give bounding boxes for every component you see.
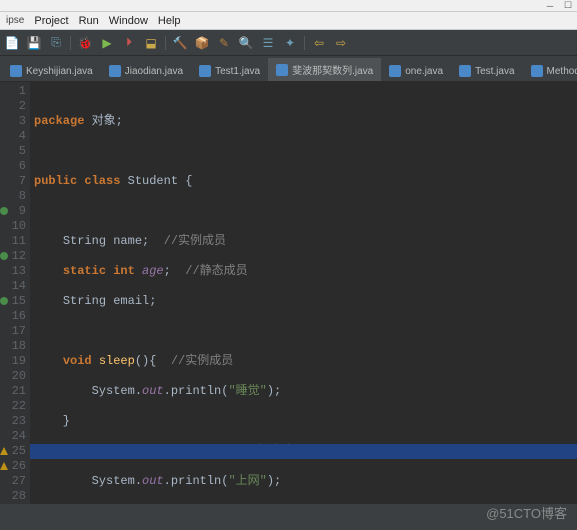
java-file-icon: [531, 65, 543, 77]
window-chrome: ─ ☐: [0, 0, 577, 12]
save-icon[interactable]: 💾: [26, 35, 42, 51]
menu-help[interactable]: Help: [158, 15, 181, 27]
maximize-icon[interactable]: ☐: [563, 2, 573, 10]
gutter[interactable]: 12345678 91011 121314 15161718 192021222…: [0, 82, 30, 504]
tab-label: Method.java: [547, 66, 577, 77]
tab-method[interactable]: Method.java: [523, 61, 577, 81]
coverage-icon[interactable]: ⬓: [143, 35, 159, 51]
new-icon[interactable]: 📄: [4, 35, 20, 51]
tab-test1[interactable]: Test1.java: [191, 61, 268, 81]
tab-test[interactable]: Test.java: [451, 61, 522, 81]
java-file-icon: [276, 64, 288, 76]
title-fragment: ipse: [6, 15, 24, 26]
tab-label: Jiaodian.java: [125, 66, 183, 77]
tab-bar: Keyshijian.java Jiaodian.java Test1.java…: [0, 56, 577, 82]
tab-keyshijian[interactable]: Keyshijian.java: [2, 61, 101, 81]
search-icon[interactable]: 🔍: [238, 35, 254, 51]
save-all-icon[interactable]: ⎘: [48, 35, 64, 51]
tab-label: Test1.java: [215, 66, 260, 77]
tab-jiaodian[interactable]: Jiaodian.java: [101, 61, 191, 81]
profile-icon[interactable]: ⏵: [121, 35, 137, 51]
code-area[interactable]: 12345678 91011 121314 15161718 192021222…: [0, 82, 577, 504]
toggle-icon[interactable]: ☰: [260, 35, 276, 51]
debug-icon[interactable]: 🐞: [77, 35, 93, 51]
toolbar: 📄 💾 ⎘ 🐞 ▶ ⏵ ⬓ 🔨 📦 ✎ 🔍 ☰ ✦ ⇦ ⇨: [0, 30, 577, 56]
package-icon[interactable]: 📦: [194, 35, 210, 51]
menu-run[interactable]: Run: [79, 15, 99, 27]
generate-icon[interactable]: ✎: [216, 35, 232, 51]
menu-window[interactable]: Window: [109, 15, 148, 27]
tab-label: Keyshijian.java: [26, 66, 93, 77]
menu-bar: ipse Project Run Window Help: [0, 12, 577, 30]
split-pane: Keyshijian.java Jiaodian.java Test1.java…: [0, 56, 577, 504]
wand-icon[interactable]: ✦: [282, 35, 298, 51]
nav-fwd-icon[interactable]: ⇨: [333, 35, 349, 51]
tab-label: one.java: [405, 66, 443, 77]
tab-fibonacci[interactable]: 斐波那契数列.java: [268, 58, 381, 81]
tab-one[interactable]: one.java: [381, 61, 451, 81]
code-content[interactable]: package 对象; public class Student { Strin…: [30, 82, 577, 504]
tab-label: Test.java: [475, 66, 514, 77]
tab-label: 斐波那契数列.java: [292, 62, 373, 77]
java-file-icon: [10, 65, 22, 77]
java-file-icon: [199, 65, 211, 77]
java-file-icon: [109, 65, 121, 77]
nav-back-icon[interactable]: ⇦: [311, 35, 327, 51]
menu-project[interactable]: Project: [34, 15, 68, 27]
build-icon[interactable]: 🔨: [172, 35, 188, 51]
minimize-icon[interactable]: ─: [545, 2, 555, 10]
run-icon[interactable]: ▶: [99, 35, 115, 51]
watermark: @51CTO博客: [486, 503, 567, 522]
editor-pane: Keyshijian.java Jiaodian.java Test1.java…: [0, 56, 577, 504]
java-file-icon: [389, 65, 401, 77]
java-file-icon: [459, 65, 471, 77]
